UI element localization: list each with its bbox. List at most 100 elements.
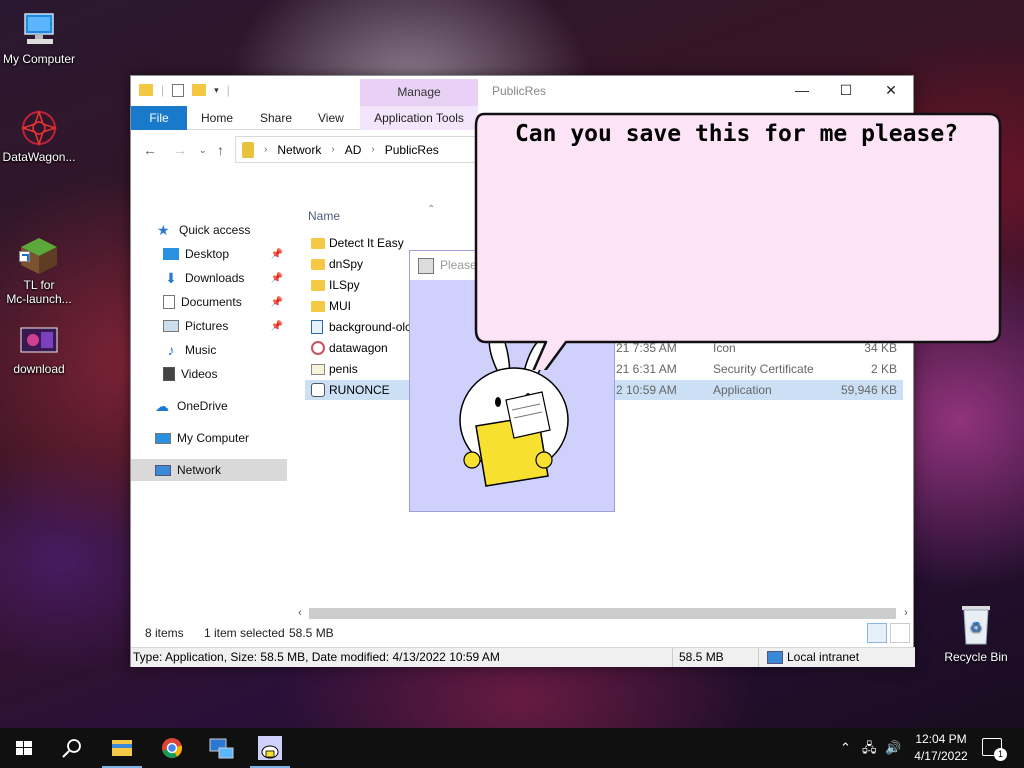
nav-documents[interactable]: Documents 📌 [131, 291, 287, 313]
taskbar-runonce[interactable] [246, 728, 294, 768]
intranet-zone-icon [767, 651, 783, 664]
folder-icon[interactable] [139, 84, 153, 96]
taskbar-file-explorer[interactable] [98, 728, 146, 768]
properties-icon[interactable] [172, 83, 185, 97]
start-button[interactable] [0, 728, 48, 768]
nav-desktop[interactable]: Desktop 📌 [131, 243, 287, 265]
column-header-name[interactable]: Name [308, 209, 340, 223]
breadcrumb-ad[interactable]: AD [345, 143, 362, 157]
taskbar-chrome[interactable] [148, 728, 196, 768]
pin-icon: 📌 [270, 296, 283, 308]
tab-share[interactable]: Share [248, 106, 304, 130]
speech-bubble-shape [474, 112, 1002, 370]
details-status-bar: Type: Application, Size: 58.5 MB, Date m… [131, 647, 915, 667]
nav-quick-access[interactable]: ★ Quick access [131, 219, 287, 241]
recycle-bin-icon: ♻ [956, 602, 996, 646]
title-bar[interactable]: | ▾ | Manage PublicRes — ☐ ✕ [131, 76, 913, 106]
desktop-icon-tl-launcher[interactable]: TL for Mc-launch... [0, 208, 78, 306]
image-file-icon [311, 320, 323, 334]
details-view-button[interactable] [867, 623, 887, 643]
item-count: 8 items [145, 626, 184, 640]
search-icon [62, 739, 81, 758]
nav-pictures[interactable]: Pictures 📌 [131, 315, 287, 337]
scroll-left-icon[interactable]: ‹ [293, 605, 307, 622]
nav-network[interactable]: Network [131, 459, 287, 481]
folder-icon [311, 280, 325, 291]
recycle-bin-label: Recycle Bin [944, 650, 1008, 664]
folder-icon [311, 259, 325, 270]
computer-icon [155, 432, 171, 444]
clock[interactable]: 12:04 PM 4/17/2022 [905, 731, 977, 765]
image-file-icon [19, 320, 59, 360]
desktop-icon-label: DataWagon... [2, 150, 76, 164]
window-title: PublicRes [492, 84, 547, 98]
application-icon [311, 383, 325, 397]
minimize-button[interactable]: — [779, 76, 825, 106]
nav-onedrive[interactable]: ☁ OneDrive [131, 395, 287, 417]
breadcrumb-separator-icon: › [371, 144, 375, 155]
selection-count: 1 item selected [204, 626, 285, 640]
film-icon [163, 367, 175, 381]
desktop-icon-datawagon[interactable]: DataWagon... [0, 108, 78, 164]
minecraft-block-icon [19, 222, 59, 274]
notification-count-badge: 1 [994, 748, 1007, 761]
new-folder-icon[interactable] [192, 84, 207, 96]
taskbar-network-app[interactable] [197, 728, 245, 768]
maximize-button[interactable]: ☐ [823, 76, 869, 106]
volume-icon[interactable]: 🔊 [885, 728, 901, 768]
computer-icon [19, 10, 59, 50]
desktop-icon-download[interactable]: download [0, 320, 78, 376]
details-size: 58.5 MB [679, 650, 724, 664]
desktop-icon-recycle-bin[interactable]: ♻ Recycle Bin [940, 602, 1012, 664]
show-hidden-icons-chevron-icon[interactable]: ⌃ [840, 728, 851, 768]
shortcut-arrow-icon [19, 251, 30, 262]
close-button[interactable]: ✕ [868, 76, 914, 106]
windows-logo-icon [16, 741, 32, 755]
speech-bubble-text: Can you save this for me please? [514, 121, 959, 147]
breadcrumb-network[interactable]: Network [277, 143, 321, 157]
network-location-icon [242, 141, 254, 158]
pin-icon: 📌 [270, 248, 283, 260]
svg-text:♻: ♻ [970, 620, 983, 636]
up-arrow-icon[interactable]: ↑ [217, 142, 224, 158]
desktop-icon-label: My Computer [2, 52, 76, 66]
search-button[interactable] [48, 728, 96, 768]
customize-toolbar-icon[interactable]: ▾ [214, 85, 219, 96]
clock-date: 4/17/2022 [914, 749, 968, 763]
folder-icon [311, 301, 325, 312]
certificate-icon [311, 364, 325, 375]
desktop-icon [163, 248, 179, 260]
nav-videos[interactable]: Videos [131, 363, 287, 385]
breadcrumb-publicres[interactable]: PublicRes [385, 143, 439, 157]
recent-locations-chevron-icon[interactable]: ⌄ [199, 145, 207, 156]
network-status-icon[interactable]: 🖧 [862, 728, 877, 768]
tab-file[interactable]: File [131, 106, 187, 130]
desktop-icon-my-computer[interactable]: My Computer [0, 10, 78, 66]
breadcrumb-separator-icon: › [264, 144, 268, 155]
speech-bubble: Can you save this for me please? [474, 110, 1004, 370]
manage-contextual-tab-header[interactable]: Manage [360, 79, 478, 106]
scroll-right-icon[interactable]: › [899, 605, 913, 622]
scrollbar-thumb[interactable] [309, 608, 896, 619]
nav-my-computer[interactable]: My Computer [131, 427, 287, 449]
tab-home[interactable]: Home [189, 106, 245, 130]
security-zone: Local intranet [787, 650, 860, 664]
action-center-icon[interactable]: 1 [982, 738, 1007, 761]
forward-arrow-icon[interactable]: → [173, 142, 187, 158]
large-icons-view-button[interactable] [890, 623, 910, 643]
horizontal-scrollbar[interactable]: ‹ › [293, 605, 913, 622]
folder-icon [112, 740, 132, 756]
navigation-pane: ★ Quick access Desktop 📌 ⬇ Downloads 📌 D… [131, 204, 291, 614]
nav-downloads[interactable]: ⬇ Downloads 📌 [131, 267, 287, 289]
network-computer-icon [209, 738, 234, 759]
tab-view[interactable]: View [306, 106, 356, 130]
document-icon [163, 295, 175, 309]
clock-time: 12:04 PM [915, 732, 967, 746]
datawagon-file-icon [311, 341, 325, 355]
quick-access-toolbar: | ▾ | [139, 83, 230, 97]
back-arrow-icon[interactable]: ← [143, 142, 157, 158]
nav-music[interactable]: ♪ Music [131, 339, 287, 361]
breadcrumb-separator-icon: › [331, 144, 335, 155]
taskbar: ⌃ 🖧 🔊 12:04 PM 4/17/2022 1 [0, 728, 1024, 768]
tab-application-tools[interactable]: Application Tools [360, 106, 478, 130]
